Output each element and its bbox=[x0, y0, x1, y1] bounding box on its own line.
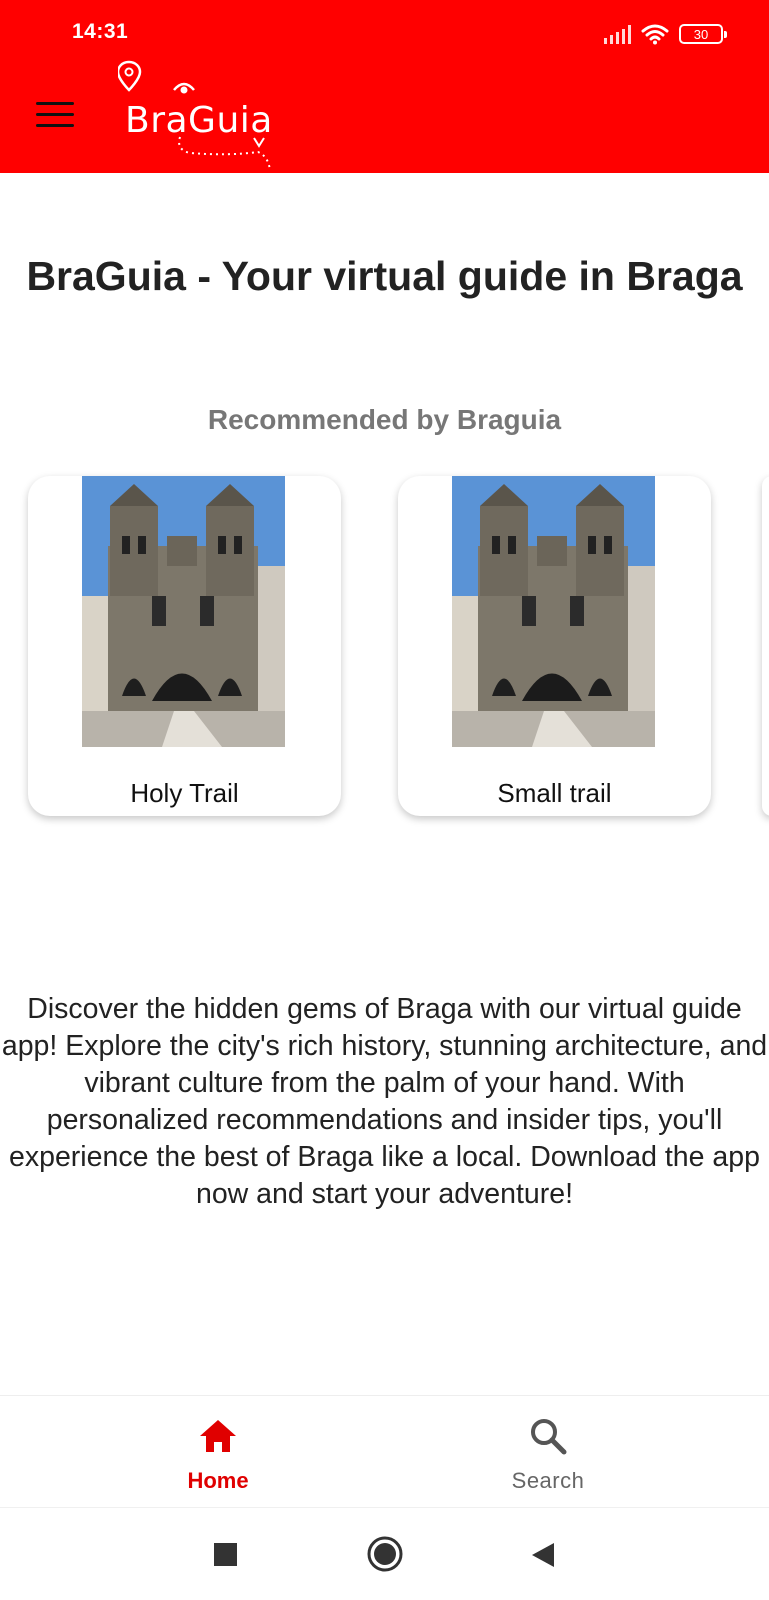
braga-cathedral-photo bbox=[452, 476, 655, 747]
braga-cathedral-photo bbox=[82, 476, 285, 747]
back-button[interactable] bbox=[530, 1541, 556, 1569]
home-button[interactable] bbox=[366, 1535, 404, 1573]
app-bar: 14:31 30 BraGuia bbox=[0, 0, 769, 173]
bottom-navigation: Home Search bbox=[0, 1395, 769, 1507]
wifi-icon bbox=[641, 24, 669, 45]
nav-home-label: Home bbox=[187, 1468, 249, 1493]
trail-card-small-trail[interactable]: Small trail bbox=[398, 476, 711, 816]
signal-icon bbox=[604, 24, 631, 44]
trail-card-next[interactable] bbox=[762, 476, 769, 816]
page-title: BraGuia - Your virtual guide in Braga bbox=[26, 253, 743, 299]
search-icon bbox=[531, 1419, 567, 1455]
trail-name: Small trail bbox=[497, 778, 612, 808]
status-time: 14:31 bbox=[72, 20, 129, 43]
recommended-heading: Recommended by Braguia bbox=[207, 404, 562, 435]
trail-name: Holy Trail bbox=[130, 778, 239, 808]
app-description: Discover the hidden gems of Braga with o… bbox=[1, 993, 768, 1210]
trail-card-holy-trail[interactable]: Holy Trail bbox=[28, 476, 341, 816]
battery-level: 30 bbox=[693, 26, 709, 42]
nav-home[interactable]: Home bbox=[118, 1396, 318, 1508]
recents-button[interactable] bbox=[214, 1543, 237, 1566]
hamburger-menu-icon[interactable] bbox=[36, 100, 76, 130]
home-icon bbox=[200, 1420, 236, 1452]
logo-text: BraGuia bbox=[125, 100, 273, 141]
battery-icon: 30 bbox=[679, 24, 727, 44]
braguia-logo: BraGuia bbox=[118, 60, 288, 175]
nav-search[interactable]: Search bbox=[448, 1396, 648, 1508]
nav-search-label: Search bbox=[511, 1468, 585, 1493]
status-icons: 30 bbox=[604, 20, 727, 48]
system-navigation bbox=[0, 1507, 769, 1600]
